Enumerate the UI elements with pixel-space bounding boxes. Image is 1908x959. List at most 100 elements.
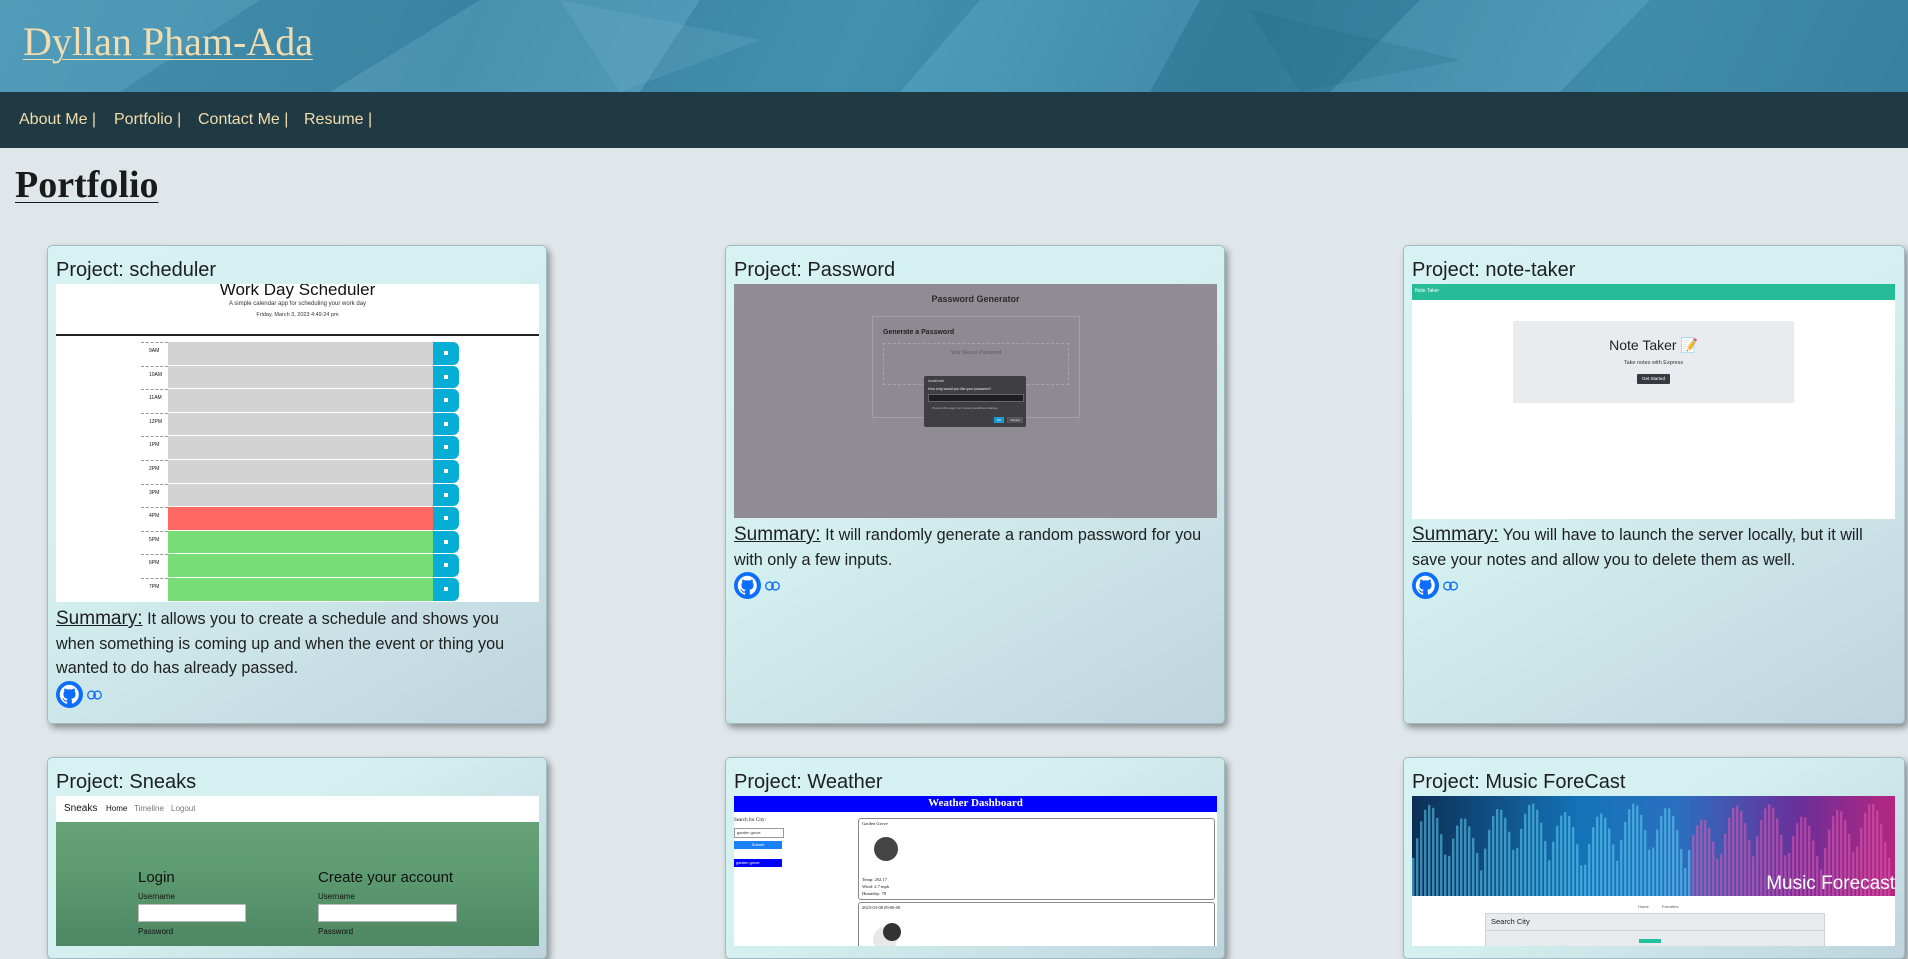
equalizer-bar	[1424, 809, 1427, 896]
project-links	[56, 681, 116, 709]
equalizer-bar	[1644, 830, 1647, 896]
save-icon	[433, 412, 459, 436]
schedule-row: 2PM	[141, 460, 459, 484]
preview-temp: Temp: 292.17	[862, 877, 887, 882]
schedule-hour-label: 1PM	[141, 436, 168, 459]
preview-login-heading: Login	[138, 869, 175, 886]
equalizer-bar	[1532, 803, 1535, 896]
equalizer-bar	[1540, 822, 1543, 896]
project-card-sneaks: Project: Sneaks Sneaks Home Timeline Log…	[47, 757, 547, 959]
link-icon[interactable]	[87, 690, 102, 700]
equalizer-bar	[1556, 826, 1559, 896]
preview-button: Get Started	[1637, 374, 1670, 384]
nav-resume[interactable]: Resume |	[304, 111, 372, 129]
preview-search-input: garden grove	[734, 828, 784, 838]
preview-banner: Music Forecast	[1412, 796, 1895, 896]
equalizer-bar	[1412, 858, 1415, 896]
save-icon	[433, 530, 459, 554]
schedule-row: 10AM	[141, 365, 459, 390]
site-title[interactable]: Dyllan Pham-Ada	[23, 18, 313, 65]
schedule-hour-label: 9AM	[141, 342, 168, 365]
equalizer-bar	[1448, 855, 1451, 896]
dialog-question: How long would you like your password?	[928, 387, 992, 391]
preview-navbar: Note Taker	[1412, 284, 1895, 300]
equalizer-bar	[1516, 848, 1519, 896]
equalizer-bar	[1604, 817, 1607, 896]
equalizer-bar	[1476, 853, 1479, 896]
schedule-hour-label: 3PM	[141, 483, 168, 507]
equalizer-bar	[1492, 815, 1495, 896]
project-preview-image[interactable]: Music Forecast Home Favorites Search Cit…	[1412, 796, 1895, 946]
preview-search-label: Search for City:	[734, 818, 766, 823]
schedule-textarea	[168, 578, 433, 602]
equalizer-bar	[1668, 808, 1671, 896]
project-preview-image[interactable]: Password Generator Generate a Password Y…	[734, 284, 1217, 518]
equalizer-bar	[1628, 809, 1631, 896]
equalizer-bar	[1568, 815, 1571, 896]
preview-forecast: 2023-03-08 09:00:00	[858, 902, 1215, 946]
nav-portfolio[interactable]: Portfolio |	[114, 111, 181, 129]
schedule-textarea	[168, 530, 433, 555]
project-preview-image[interactable]: Work Day Scheduler A simple calendar app…	[56, 284, 539, 602]
equalizer-bar	[1608, 828, 1611, 896]
schedule-hour-label: 4PM	[141, 507, 168, 530]
dialog-site: localhost	[928, 378, 944, 383]
equalizer-bar	[1432, 807, 1435, 896]
save-icon	[433, 460, 459, 483]
equalizer-bar	[1692, 835, 1695, 896]
equalizer-bar	[1564, 812, 1567, 896]
preview-date: Friday, March 3, 2023 4:49:24 pm	[256, 312, 339, 318]
project-preview-image[interactable]: Sneaks Home Timeline Logout Login Userna…	[56, 796, 539, 946]
schedule-row: 6PM	[141, 554, 459, 578]
dialog-checkbox-label: Prevent this page from creating addition…	[932, 406, 998, 410]
schedule-textarea	[168, 389, 433, 413]
equalizer-bar	[1624, 821, 1627, 896]
equalizer-bar	[1576, 844, 1579, 896]
equalizer-bar	[1512, 849, 1515, 896]
save-icon	[433, 365, 459, 389]
equalizer-bar	[1672, 815, 1675, 896]
equalizer-bar	[1528, 804, 1531, 896]
preview-navbar-brand: Note Taker	[1415, 288, 1440, 294]
schedule-textarea	[168, 483, 433, 508]
project-preview-image[interactable]: Note Taker Note Taker 📝 Take notes with …	[1412, 284, 1895, 519]
schedule-row: 3PM	[141, 483, 459, 508]
schedule-textarea	[168, 412, 433, 437]
schedule-textarea	[168, 554, 433, 578]
equalizer-bar	[1696, 825, 1699, 896]
equalizer-bar	[1468, 826, 1471, 896]
github-icon[interactable]	[734, 572, 761, 599]
link-icon[interactable]	[765, 581, 780, 591]
schedule-hour-label: 11AM	[141, 389, 168, 412]
equalizer-bar	[1752, 856, 1755, 896]
preview-login-username-label: Username	[138, 892, 175, 901]
project-preview-image[interactable]: Weather Dashboard Search for City: garde…	[734, 796, 1217, 946]
schedule-hour-label: 2PM	[141, 460, 168, 483]
equalizer-bar	[1452, 838, 1455, 896]
dialog-input	[928, 394, 1024, 402]
schedule-row: 12PM	[141, 412, 459, 437]
save-icon	[433, 554, 459, 577]
github-icon[interactable]	[1412, 572, 1439, 599]
equalizer-bar	[1620, 839, 1623, 896]
nav-about-me[interactable]: About Me |	[19, 111, 96, 129]
preview-search-value: garden grove	[737, 830, 761, 835]
github-icon[interactable]	[56, 681, 83, 708]
equalizer-bar	[1740, 811, 1743, 896]
schedule-hour-label: 10AM	[141, 365, 168, 389]
save-icon	[433, 342, 459, 365]
save-icon	[433, 483, 459, 507]
schedule-row: 7PM	[141, 578, 459, 602]
link-icon[interactable]	[1443, 581, 1458, 591]
equalizer-bar	[1572, 827, 1575, 896]
preview-heading: Password Generator	[931, 294, 1020, 304]
preview-search-title: Search City	[1491, 917, 1530, 926]
equalizer-bar	[1472, 837, 1475, 896]
nav-contact-me[interactable]: Contact Me |	[198, 111, 288, 129]
preview-city: Garden Grove	[862, 821, 888, 826]
equalizer-bar	[1676, 829, 1679, 896]
equalizer-bar	[1724, 833, 1727, 896]
preview-nav-timeline: Timeline	[134, 804, 164, 813]
preview-submit-label: Submit	[751, 842, 765, 847]
schedule-textarea	[168, 460, 433, 484]
